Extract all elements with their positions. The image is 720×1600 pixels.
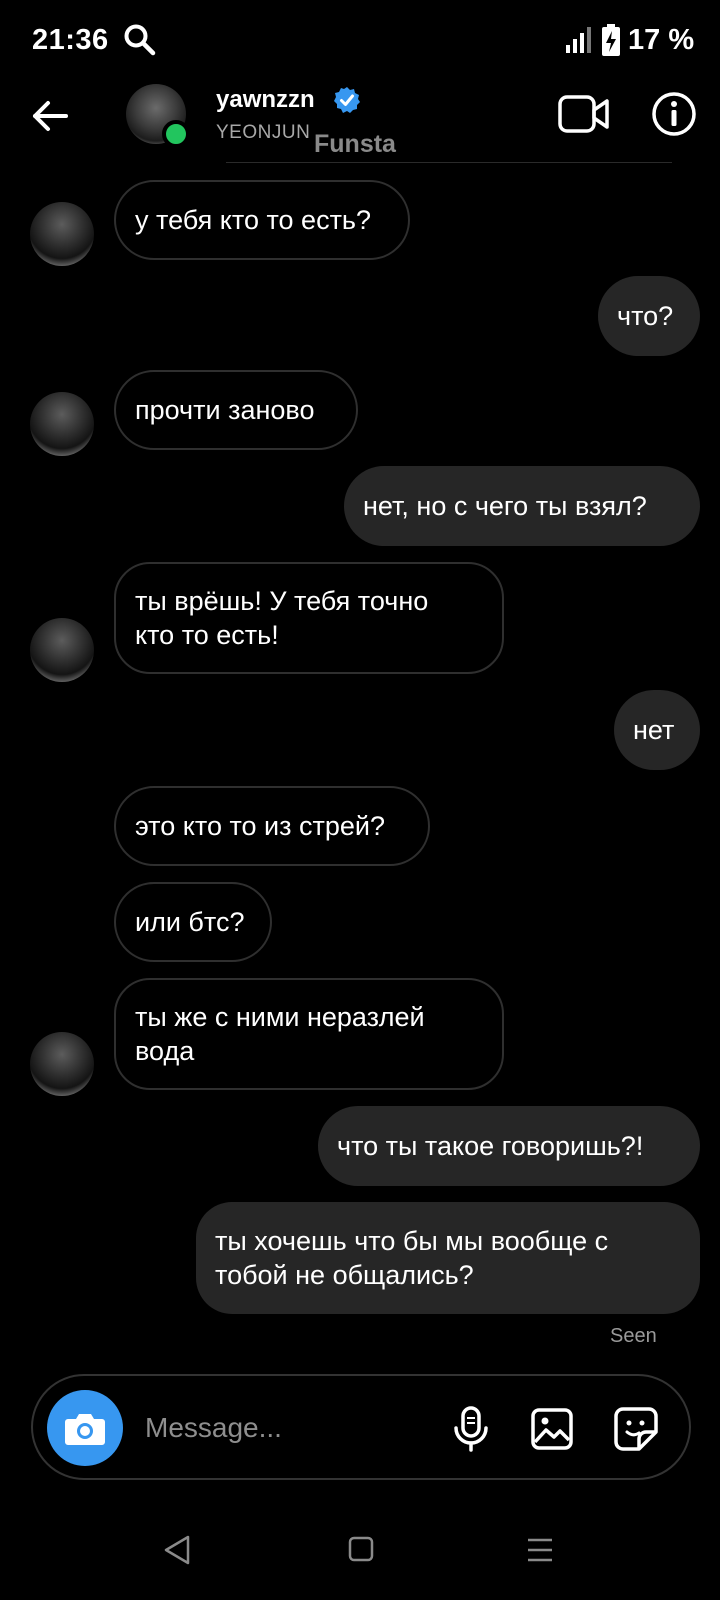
message-text: ты врёшь! У тебя точно кто то есть! [135, 586, 429, 650]
sticker-icon[interactable] [613, 1406, 659, 1452]
info-icon[interactable] [650, 90, 698, 138]
sender-avatar[interactable] [30, 1032, 94, 1096]
message-bubble-incoming[interactable]: или бтс? [114, 882, 272, 962]
nav-recents-icon[interactable] [526, 1536, 554, 1564]
contact-fullname: YEONJUN [216, 122, 311, 143]
message-text: нет [633, 715, 675, 745]
message-bubble-incoming[interactable]: прочти заново [114, 370, 358, 450]
message-text: это кто то из стрей? [135, 811, 386, 841]
message-bubble-outgoing[interactable]: что? [598, 276, 700, 356]
camera-button[interactable] [47, 1390, 123, 1466]
message-bubble-outgoing[interactable]: ты хочешь что бы мы вообще с тобой не об… [196, 1202, 700, 1314]
status-bar: 21:36 17 % [0, 0, 720, 82]
message-bubble-incoming[interactable]: у тебя кто то есть? [114, 180, 410, 260]
nav-back-icon[interactable] [162, 1534, 192, 1566]
watermark: Funsta [314, 130, 396, 158]
header-divider [226, 162, 672, 163]
message-text: что ты такое говоришь?! [337, 1131, 644, 1161]
gallery-icon[interactable] [531, 1408, 573, 1450]
video-camera-icon[interactable] [558, 92, 610, 136]
seen-status: Seen [610, 1325, 657, 1347]
sender-avatar[interactable] [30, 618, 94, 682]
message-bubble-outgoing[interactable]: что ты такое говоришь?! [318, 1106, 700, 1186]
message-text: или бтс? [135, 907, 245, 937]
message-text: ты же с ними неразлей вода [135, 1002, 425, 1066]
verified-badge-icon [334, 87, 360, 113]
message-bubble-incoming[interactable]: ты врёшь! У тебя точно кто то есть! [114, 562, 504, 674]
message-bubble-outgoing[interactable]: нет [614, 690, 700, 770]
message-composer [31, 1374, 691, 1480]
message-text: что? [617, 301, 674, 331]
microphone-icon[interactable] [451, 1406, 491, 1452]
signal-icon [566, 27, 591, 53]
message-bubble-outgoing[interactable]: нет, но с чего ты взял? [344, 466, 700, 546]
message-text: прочти заново [135, 395, 315, 425]
sender-avatar[interactable] [30, 202, 94, 266]
contact-username[interactable]: yawnzzn [216, 86, 315, 114]
battery-percent: 17 % [628, 24, 695, 56]
message-bubble-incoming[interactable]: ты же с ними неразлей вода [114, 978, 504, 1090]
system-nav-bar [0, 1510, 720, 1600]
sender-avatar[interactable] [30, 392, 94, 456]
online-indicator [162, 120, 190, 148]
nav-home-icon[interactable] [348, 1536, 374, 1562]
message-input[interactable] [145, 1408, 425, 1448]
message-text: ты хочешь что бы мы вообще с тобой не об… [215, 1226, 609, 1290]
message-text: у тебя кто то есть? [135, 205, 372, 235]
status-time: 21:36 [32, 24, 109, 56]
chat-header: yawnzzn YEONJUN Funsta [0, 82, 720, 174]
battery-charging-icon [602, 24, 620, 56]
message-bubble-incoming[interactable]: это кто то из стрей? [114, 786, 430, 866]
search-icon [124, 24, 156, 56]
message-text: нет, но с чего ты взял? [363, 491, 647, 521]
camera-icon [65, 1414, 105, 1445]
back-arrow-icon[interactable] [30, 96, 70, 136]
